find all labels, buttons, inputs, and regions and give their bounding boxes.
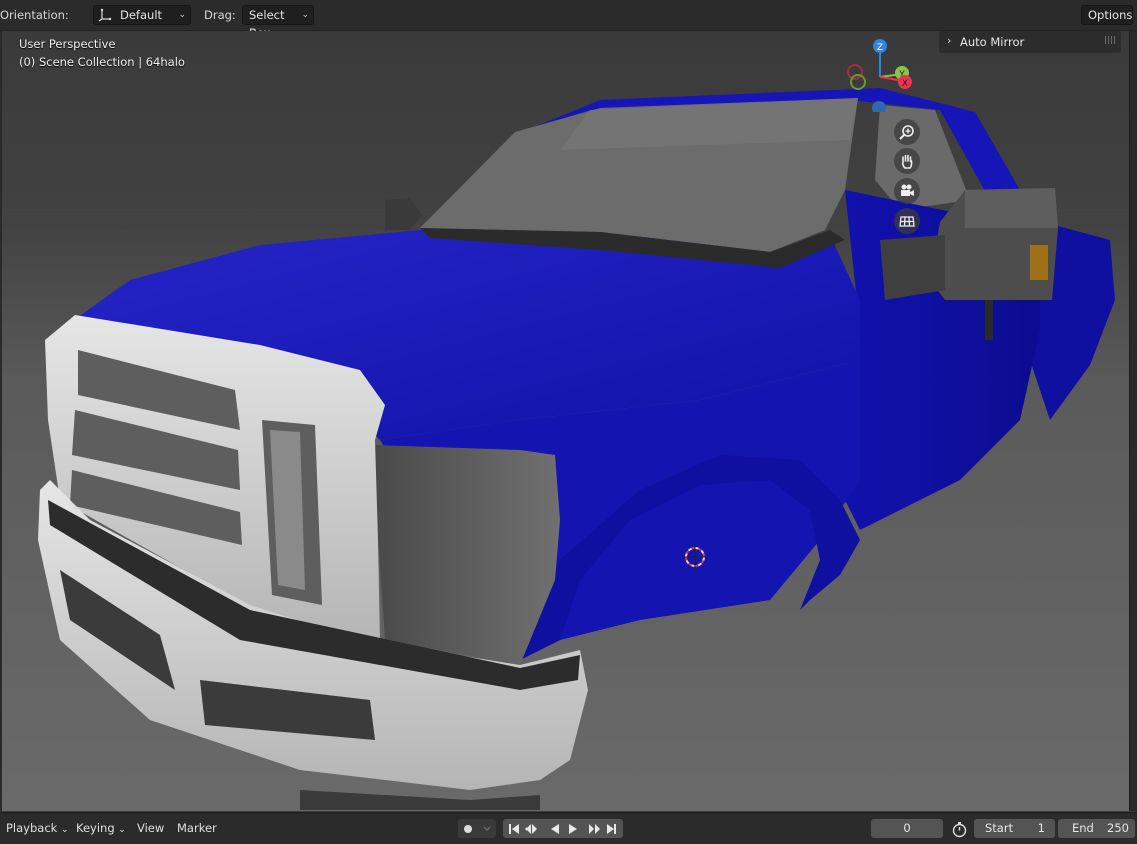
hand-pan-icon [901,154,913,169]
auto-mirror-title: Auto Mirror [960,35,1025,49]
playback-menu[interactable]: Playback ⌄ [6,821,69,835]
gizmo-z-label: Z [877,43,883,53]
options-button[interactable]: Options [1081,5,1133,25]
timeline-header: Playback ⌄ Keying ⌄ View Marker 0 Start … [0,812,1137,844]
drag-label: Drag: [204,8,236,22]
scene-collection-label: (0) Scene Collection | 64halo [19,55,185,69]
end-label: End [1072,821,1094,835]
3d-viewport[interactable]: User Perspective (0) Scene Collection | … [0,31,1129,811]
drag-handle-icon[interactable] [1105,36,1115,44]
chevron-down-icon: ⌄ [178,10,186,20]
marker-menu[interactable]: Marker [177,821,217,835]
zoom-button[interactable] [894,119,920,145]
pan-button[interactable] [894,148,920,174]
chevron-down-icon: ⌄ [60,825,69,835]
orientation-dropdown[interactable]: Default ⌄ [93,5,191,25]
start-frame-field[interactable]: Start 1 [974,819,1055,838]
current-frame-field[interactable]: 0 [871,819,943,838]
scene-render [0,31,1129,811]
playback-controls[interactable] [503,819,623,838]
chevron-down-icon: ⌄ [301,10,309,20]
camera-icon [901,184,914,196]
transform-orientation-icon [98,8,112,22]
view-menu[interactable]: View [137,821,164,835]
end-value: 250 [1107,821,1129,835]
start-label: Start [985,821,1014,835]
end-frame-field[interactable]: End 250 [1058,819,1135,838]
auto-keying-toggle[interactable] [458,819,496,838]
orientation-label: Orientation: [0,8,69,22]
perspective-label: User Perspective [19,37,116,51]
record-icon [464,825,491,833]
stopwatch-icon[interactable] [951,821,968,838]
drag-dropdown[interactable]: Select Box ⌄ [242,5,314,40]
options-label: Options [1088,8,1133,22]
auto-mirror-panel[interactable]: › Auto Mirror [939,31,1121,53]
chevron-right-icon: › [947,34,952,47]
sidebar-tabs[interactable] [1129,31,1137,811]
gizmo-x-label: X [902,79,908,89]
viewport-header: Orientation: Default ⌄ Drag: Select Box … [0,0,1137,40]
ortho-toggle-button[interactable] [894,208,920,234]
grid-view-icon [899,216,915,227]
zoom-icon [899,125,914,140]
toolbar-edge [0,31,2,811]
playback-controls-icons [509,824,616,834]
start-value: 1 [1037,821,1045,835]
orientation-value: Default [120,8,163,22]
camera-view-button[interactable] [894,178,920,204]
navigation-gizmo[interactable]: Z Y X [842,37,922,112]
keying-menu[interactable]: Keying ⌄ [76,821,126,835]
chevron-down-icon: ⌄ [118,825,126,835]
